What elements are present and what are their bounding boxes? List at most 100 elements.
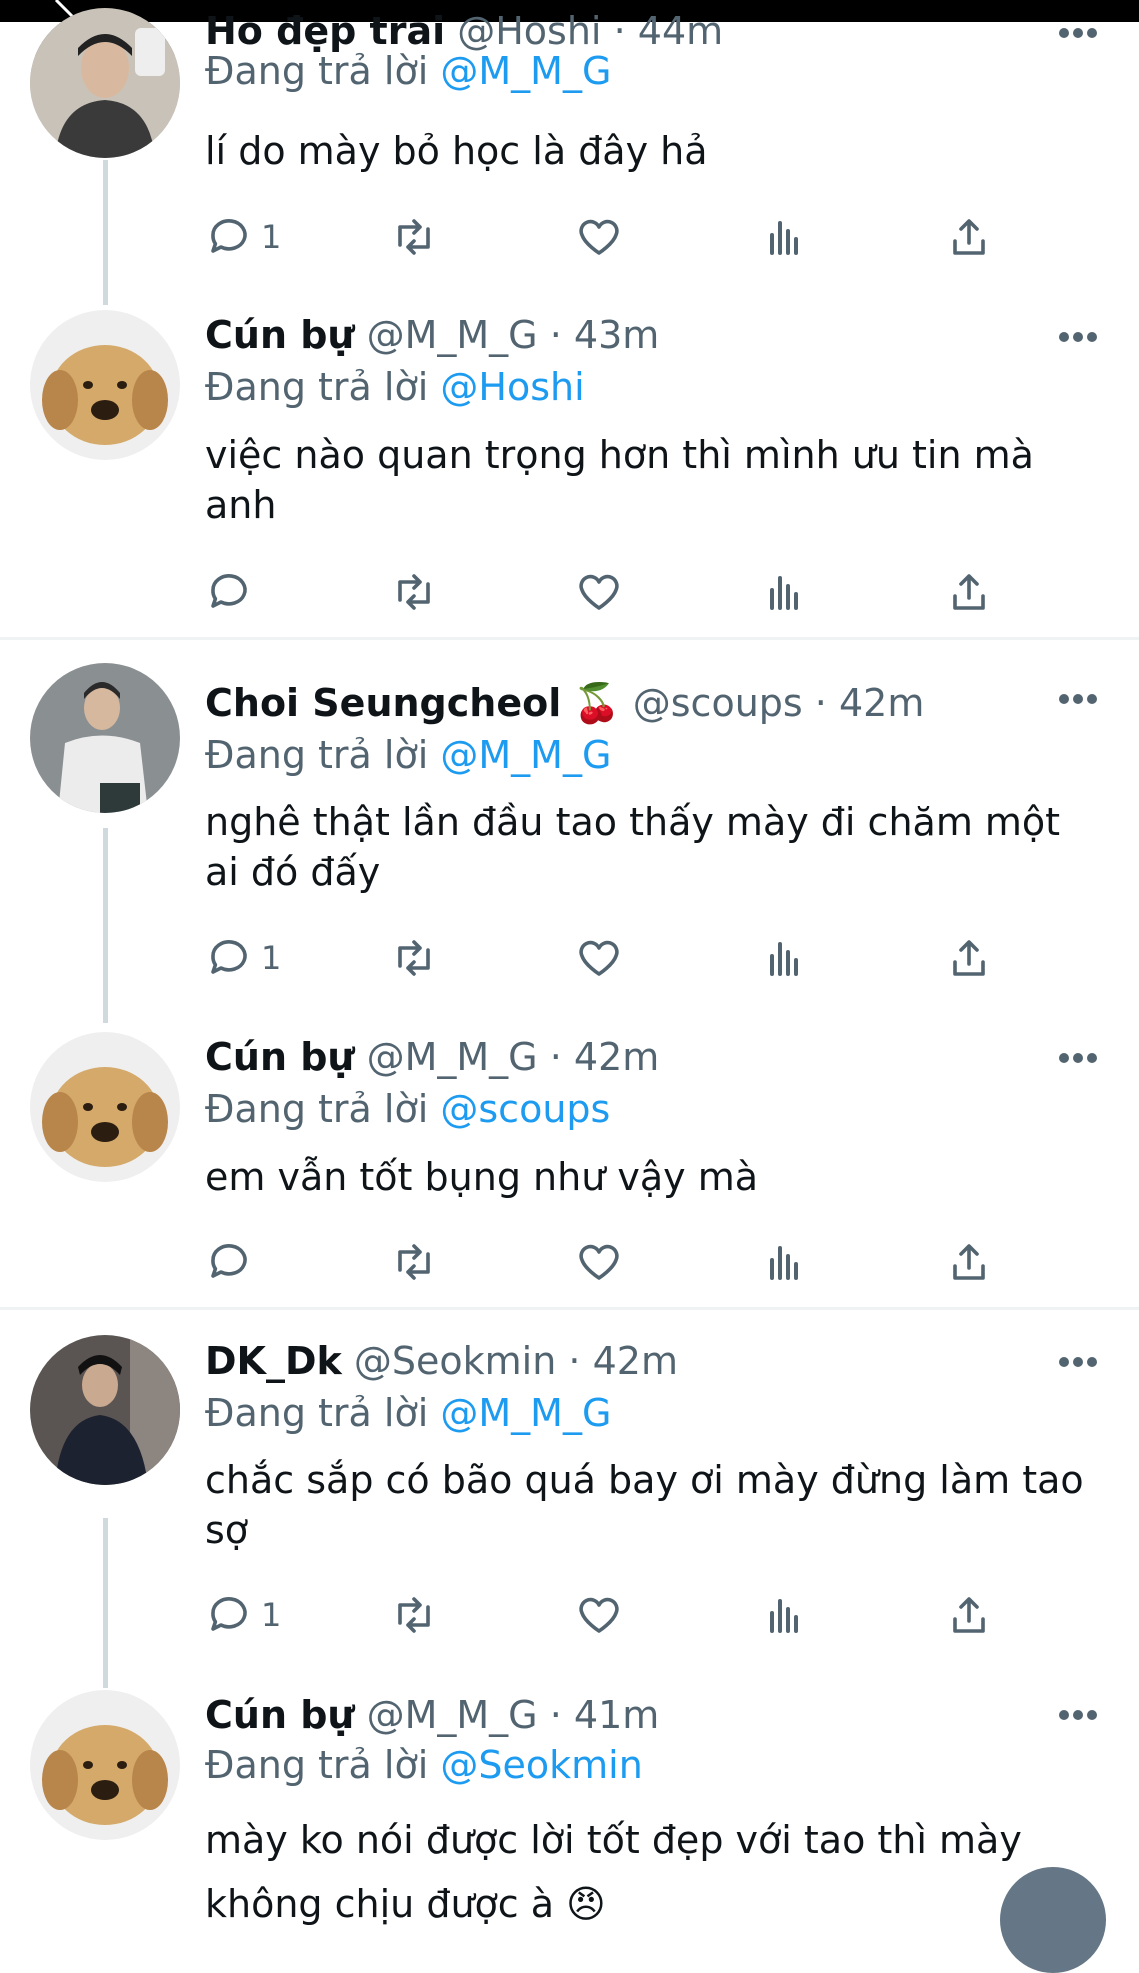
timestamp[interactable]: 44m [638, 9, 723, 53]
display-name[interactable]: Cún bự [205, 1693, 354, 1737]
avatar[interactable] [30, 1690, 180, 1840]
like-button[interactable] [575, 212, 623, 262]
heart-icon [579, 1244, 619, 1280]
reply-button[interactable]: 1 [205, 1590, 281, 1640]
reply-context: Đang trả lời @M_M_G [205, 1390, 611, 1436]
share-icon [953, 1244, 985, 1280]
like-button[interactable] [575, 1237, 623, 1287]
views-chart-icon [770, 942, 798, 976]
display-name[interactable]: Choi Seungcheol [205, 681, 561, 725]
timestamp[interactable]: 42m [839, 681, 924, 725]
reply-count: 1 [261, 939, 282, 977]
action-bar: 1 [205, 212, 1035, 262]
views-chart-icon [770, 576, 798, 610]
user-handle[interactable]: @M_M_G [367, 313, 538, 357]
dog-photo-icon [30, 310, 180, 460]
more-options-icon[interactable] [1058, 692, 1098, 706]
user-handle[interactable]: @scoups [633, 681, 803, 725]
retweet-button[interactable] [390, 1237, 438, 1287]
share-icon [953, 1597, 985, 1633]
views-button[interactable] [760, 933, 808, 983]
user-handle[interactable]: @Seokmin [354, 1339, 556, 1383]
share-icon [953, 574, 985, 610]
action-bar: 1 [205, 1590, 1035, 1640]
avatar[interactable] [30, 1032, 180, 1182]
like-button[interactable] [575, 1590, 623, 1640]
share-button[interactable] [945, 933, 993, 983]
retweet-button[interactable] [390, 933, 438, 983]
retweet-button[interactable] [390, 1590, 438, 1640]
reply-button[interactable] [205, 1237, 261, 1287]
user-handle[interactable]: @Hoshi [457, 9, 601, 53]
display-name[interactable]: Cún bự [205, 313, 354, 357]
more-options-icon[interactable] [1058, 330, 1098, 344]
conversation-divider [0, 637, 1139, 640]
views-button[interactable] [760, 212, 808, 262]
mention-link[interactable]: @Seokmin [440, 1743, 642, 1787]
retweet-icon [398, 1597, 430, 1633]
avatar[interactable] [30, 1335, 180, 1485]
views-button[interactable] [760, 1237, 808, 1287]
reply-button[interactable]: 1 [205, 933, 281, 983]
tweet-text: việc nào quan trọng hơn thì mình ưu tin … [205, 433, 1034, 527]
reply-prefix: Đang trả lời [205, 49, 429, 93]
user-handle[interactable]: @M_M_G [367, 1693, 538, 1737]
retweet-button[interactable] [390, 567, 438, 617]
mention-link[interactable]: @scoups [440, 1087, 610, 1131]
retweet-icon [398, 219, 430, 255]
reply-prefix: Đang trả lời [205, 1391, 429, 1435]
share-button[interactable] [945, 212, 993, 262]
mention-link[interactable]: @M_M_G [440, 1391, 611, 1435]
timestamp[interactable]: 42m [593, 1339, 678, 1383]
more-options-icon[interactable] [1058, 26, 1098, 40]
heart-icon [579, 940, 619, 976]
reply-button[interactable]: 1 [205, 212, 281, 262]
timestamp[interactable]: 42m [574, 1035, 659, 1079]
retweet-icon [398, 1244, 430, 1280]
more-options-icon[interactable] [1058, 1051, 1098, 1065]
mention-link[interactable]: @M_M_G [440, 733, 611, 777]
dog-photo-icon [30, 1690, 180, 1840]
more-options-icon[interactable] [1058, 1708, 1098, 1722]
avatar[interactable] [30, 8, 180, 158]
avatar[interactable] [30, 310, 180, 460]
floating-action-button[interactable] [1000, 1867, 1106, 1973]
reply-context: Đang trả lời @Seokmin [205, 1742, 643, 1788]
mention-link[interactable]: @M_M_G [440, 49, 611, 93]
timestamp[interactable]: 43m [574, 313, 659, 357]
display-name[interactable]: Ho đẹp trai [205, 9, 445, 53]
reply-count: 1 [261, 218, 282, 256]
user-handle[interactable]: @M_M_G [367, 1035, 538, 1079]
retweet-button[interactable] [390, 212, 438, 262]
reply-button[interactable] [205, 567, 261, 617]
like-button[interactable] [575, 933, 623, 983]
heart-icon [579, 574, 619, 610]
views-button[interactable] [760, 1590, 808, 1640]
display-name[interactable]: Cún bự [205, 1035, 354, 1079]
tweet-header: Cún bự @M_M_G · 41m [205, 1692, 659, 1738]
reply-prefix: Đang trả lời [205, 1743, 429, 1787]
like-button[interactable] [575, 567, 623, 617]
more-options-icon[interactable] [1058, 1355, 1098, 1369]
separator-dot: · [814, 681, 827, 725]
retweet-icon [398, 574, 430, 610]
dog-photo-icon [30, 1032, 180, 1182]
mention-link[interactable]: @Hoshi [440, 365, 584, 409]
thread-line [103, 828, 108, 1023]
tweet-header: Choi Seungcheol 🍒 @scoups · 42m [205, 680, 924, 726]
conversation-divider [0, 1307, 1139, 1310]
display-name[interactable]: DK_Dk [205, 1339, 342, 1383]
tweet-text: mày ko nói được lời tốt đẹp với tao thì … [205, 1818, 1022, 1926]
share-button[interactable] [945, 1590, 993, 1640]
heart-icon [579, 219, 619, 255]
person-photo-icon [30, 1335, 180, 1485]
avatar[interactable] [30, 663, 180, 813]
share-button[interactable] [945, 1237, 993, 1287]
views-button[interactable] [760, 567, 808, 617]
separator-dot: · [568, 1339, 581, 1383]
person-photo-icon [30, 8, 180, 158]
share-button[interactable] [945, 567, 993, 617]
reply-icon [211, 1597, 247, 1631]
timestamp[interactable]: 41m [574, 1693, 659, 1737]
cherry-emoji: 🍒 [573, 681, 621, 725]
